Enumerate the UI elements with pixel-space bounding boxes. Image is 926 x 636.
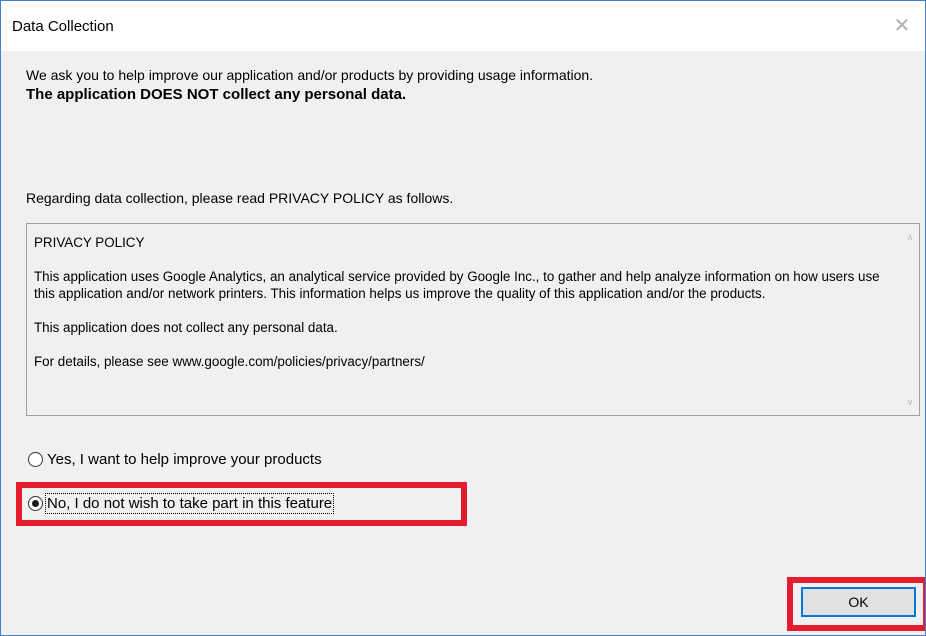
data-collection-dialog: Data Collection ✕ We ask you to help imp… bbox=[0, 0, 926, 636]
intro-bold-text: The application DOES NOT collect any per… bbox=[26, 86, 407, 103]
scroll-up-icon[interactable]: ∧ bbox=[901, 228, 919, 246]
radio-button-selected-icon[interactable] bbox=[28, 496, 43, 511]
privacy-policy-textbox[interactable]: PRIVACY POLICY This application uses Goo… bbox=[26, 223, 920, 416]
policy-paragraph: This application does not collect any pe… bbox=[34, 320, 338, 335]
radio-option-no[interactable]: No, I do not wish to take part in this f… bbox=[28, 493, 335, 514]
radio-no-label[interactable]: No, I do not wish to take part in this f… bbox=[44, 493, 335, 514]
radio-option-yes[interactable]: Yes, I want to help improve your product… bbox=[28, 451, 322, 468]
policy-scrollbar[interactable]: ∧ ∨ bbox=[901, 224, 919, 415]
scroll-down-icon[interactable]: ∨ bbox=[901, 393, 919, 411]
ok-button[interactable]: OK bbox=[801, 587, 916, 617]
privacy-policy-content: PRIVACY POLICY This application uses Goo… bbox=[34, 234, 892, 387]
policy-paragraph: This application uses Google Analytics, … bbox=[34, 269, 880, 301]
close-icon[interactable]: ✕ bbox=[879, 1, 925, 51]
title-bar: Data Collection ✕ bbox=[1, 1, 925, 51]
intro-text: We ask you to help improve our applicati… bbox=[26, 67, 594, 83]
radio-yes-label[interactable]: Yes, I want to help improve your product… bbox=[47, 451, 322, 468]
privacy-instruction-text: Regarding data collection, please read P… bbox=[26, 190, 454, 206]
policy-paragraph: For details, please see www.google.com/p… bbox=[34, 354, 425, 369]
dialog-title: Data Collection bbox=[12, 18, 114, 35]
radio-button-icon[interactable] bbox=[28, 452, 43, 467]
policy-heading: PRIVACY POLICY bbox=[34, 235, 145, 250]
